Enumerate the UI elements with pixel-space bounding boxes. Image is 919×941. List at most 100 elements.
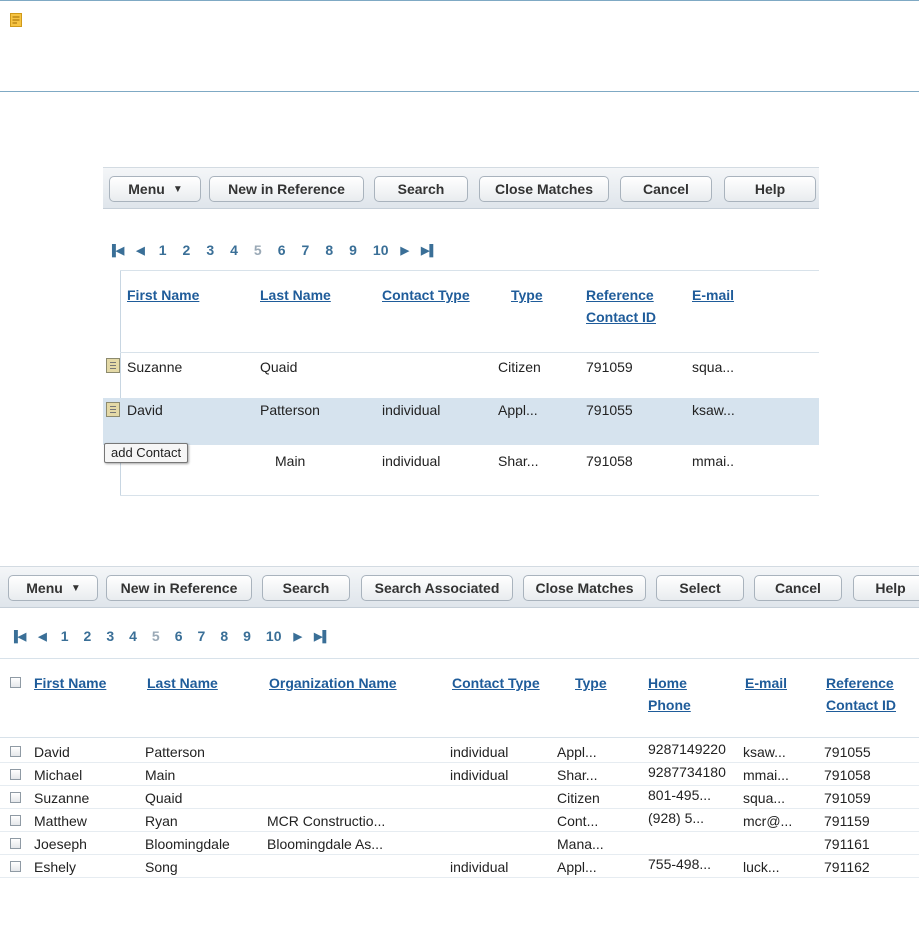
- cell-first-name: Matthew: [34, 813, 87, 829]
- next-page-icon[interactable]: ▶: [400, 244, 408, 257]
- help-button[interactable]: Help: [853, 575, 919, 601]
- col-first-name[interactable]: First Name: [127, 284, 199, 306]
- cell-home-phone: (928) 5...: [648, 810, 705, 826]
- page-link-4[interactable]: 4: [230, 242, 238, 258]
- page-link-1[interactable]: 1: [61, 628, 69, 644]
- col-email[interactable]: E-mail: [692, 284, 734, 306]
- cell-type: Appl...: [557, 859, 597, 875]
- col-last-name[interactable]: Last Name: [147, 672, 218, 694]
- last-page-icon[interactable]: ▶▌: [314, 630, 330, 643]
- help-button[interactable]: Help: [724, 176, 816, 202]
- page-link-9[interactable]: 9: [349, 242, 357, 258]
- table-top-border: [0, 658, 919, 659]
- col-home-line2: Phone: [648, 697, 691, 713]
- page-link-2[interactable]: 2: [84, 628, 92, 644]
- table-row[interactable]: Joeseph Bloomingdale Bloomingdale As... Man…: [0, 832, 919, 855]
- search-associated-button[interactable]: Search Associated: [361, 575, 513, 601]
- col-last-name[interactable]: Last Name: [260, 284, 331, 306]
- col-first-name[interactable]: First Name: [34, 672, 106, 694]
- page-link-10[interactable]: 10: [266, 628, 282, 644]
- last-page-icon[interactable]: ▶▌: [421, 244, 437, 257]
- search-button[interactable]: Search: [374, 176, 468, 202]
- contact-card-icon[interactable]: [106, 402, 120, 417]
- prev-page-icon[interactable]: ◀: [38, 630, 46, 643]
- select-all-checkbox[interactable]: [10, 677, 21, 688]
- row-checkbox[interactable]: [10, 792, 21, 803]
- new-in-reference-button[interactable]: New in Reference: [209, 176, 364, 202]
- cell-home-phone: 755-498...: [648, 856, 712, 872]
- next-page-icon[interactable]: ▶: [293, 630, 301, 643]
- menu-button[interactable]: Menu ▼: [109, 176, 201, 202]
- new-in-reference-button[interactable]: New in Reference: [106, 575, 252, 601]
- cell-email: squa...: [692, 359, 735, 375]
- cell-email: mmai...: [743, 767, 789, 783]
- cell-reference-id: 791059: [824, 790, 871, 806]
- page-link-4[interactable]: 4: [129, 628, 137, 644]
- first-page-icon[interactable]: ▐◀: [10, 630, 26, 643]
- row-checkbox[interactable]: [10, 838, 21, 849]
- table-row-selected[interactable]: David Patterson individual Appl... 79105…: [103, 398, 819, 445]
- page-link-8[interactable]: 8: [220, 628, 228, 644]
- cell-email: ksaw...: [692, 402, 735, 418]
- first-page-icon[interactable]: ▐◀: [108, 244, 124, 257]
- col-reference-contact-id[interactable]: Reference Contact ID: [586, 284, 656, 328]
- page-link-10[interactable]: 10: [373, 242, 389, 258]
- page-link-7[interactable]: 7: [198, 628, 206, 644]
- contact-card-icon[interactable]: [106, 358, 120, 373]
- cell-contact-type: individual: [450, 859, 509, 875]
- cell-type: Appl...: [557, 744, 597, 760]
- cell-reference-id: 791055: [586, 402, 633, 418]
- pager-bottom: ▐◀ ◀ 1 2 3 4 5 6 7 8 9 10 ▶ ▶▌: [10, 626, 330, 646]
- col-contact-type[interactable]: Contact Type: [382, 284, 470, 306]
- row-checkbox[interactable]: [10, 769, 21, 780]
- table-row[interactable]: Suzanne Quaid Citizen 801-495... squa... 7910…: [0, 786, 919, 809]
- cell-type: Citizen: [557, 790, 600, 806]
- table-row[interactable]: Michael Main individual Shar... 9287734180 mm…: [0, 763, 919, 786]
- cell-reference-id: 791058: [824, 767, 871, 783]
- menu-dropdown-icon: ▼: [172, 183, 183, 195]
- row-checkbox[interactable]: [10, 861, 21, 872]
- contacts-table-top: First Name Last Name Contact Type Type R…: [103, 270, 819, 496]
- page-link-3[interactable]: 3: [106, 628, 114, 644]
- table-row[interactable]: Suzanne Quaid Citizen 791059 squa...: [103, 353, 819, 398]
- table-row[interactable]: David Patterson individual Appl... 928714922…: [0, 740, 919, 763]
- table-row[interactable]: Matthew Ryan MCR Constructio... Cont... (928…: [0, 809, 919, 832]
- row-checkbox[interactable]: [10, 746, 21, 757]
- page-link-1[interactable]: 1: [159, 242, 167, 258]
- page-link-6[interactable]: 6: [175, 628, 183, 644]
- row-checkbox[interactable]: [10, 815, 21, 826]
- cell-last-name: Main: [275, 453, 306, 469]
- page-current-5: 5: [151, 628, 160, 644]
- note-icon[interactable]: [10, 13, 22, 27]
- cell-last-name: Main: [145, 767, 176, 783]
- cell-reference-id: 791162: [824, 859, 870, 875]
- col-reference-contact-id[interactable]: Reference Contact ID: [826, 672, 896, 716]
- table-row[interactable]: Main individual Shar... 791058 mmai..: [103, 445, 819, 495]
- col-contact-type[interactable]: Contact Type: [452, 672, 540, 694]
- cell-last-name: Patterson: [145, 744, 205, 760]
- cell-type: Mana...: [557, 836, 604, 852]
- page-link-9[interactable]: 9: [243, 628, 251, 644]
- col-organization-name[interactable]: Organization Name: [269, 672, 397, 694]
- table-row[interactable]: Eshely Song individual Appl... 755-498... luc…: [0, 855, 919, 878]
- page-link-8[interactable]: 8: [325, 242, 333, 258]
- page-link-7[interactable]: 7: [302, 242, 310, 258]
- page-link-2[interactable]: 2: [183, 242, 191, 258]
- col-type[interactable]: Type: [575, 672, 607, 694]
- cancel-button[interactable]: Cancel: [754, 575, 842, 601]
- cell-email: squa...: [743, 790, 786, 806]
- search-button[interactable]: Search: [262, 575, 350, 601]
- cell-first-name: Michael: [34, 767, 83, 783]
- toolbar-bottom: Menu ▼ New in Reference Search Search Ass…: [0, 566, 919, 608]
- col-email[interactable]: E-mail: [745, 672, 787, 694]
- prev-page-icon[interactable]: ◀: [136, 244, 144, 257]
- close-matches-button[interactable]: Close Matches: [479, 176, 609, 202]
- page-link-3[interactable]: 3: [206, 242, 214, 258]
- col-type[interactable]: Type: [511, 284, 543, 306]
- col-home-phone[interactable]: Home Phone: [648, 672, 691, 716]
- menu-button[interactable]: Menu ▼: [8, 575, 98, 601]
- page-link-6[interactable]: 6: [278, 242, 286, 258]
- select-button[interactable]: Select: [656, 575, 744, 601]
- cancel-button[interactable]: Cancel: [620, 176, 712, 202]
- close-matches-button[interactable]: Close Matches: [523, 575, 646, 601]
